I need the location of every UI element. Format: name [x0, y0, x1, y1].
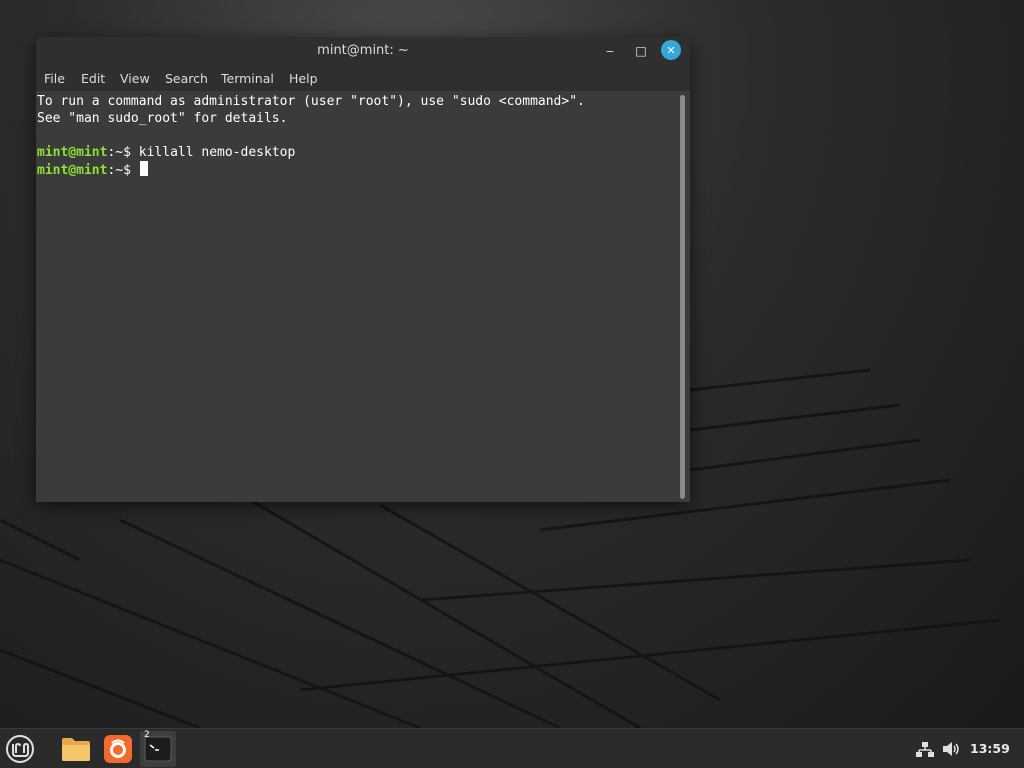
scrollbar-thumb[interactable]: [680, 95, 685, 499]
menu-bar: File Edit View Search Terminal Help: [36, 65, 690, 91]
maximize-button[interactable]: □: [631, 41, 651, 61]
terminal-command-line-2: mint@mint:~$: [37, 161, 678, 179]
window-title: mint@mint: ~: [317, 43, 409, 58]
taskbar: 2 13:59: [0, 728, 1024, 768]
menu-terminal[interactable]: Terminal: [221, 71, 274, 86]
files-launcher[interactable]: [60, 733, 92, 765]
close-button[interactable]: ✕: [661, 40, 681, 60]
terminal-command-line-1: mint@mint:~$ killall nemo-desktop: [37, 144, 678, 161]
terminal-line-2: See "man sudo_root" for details.: [37, 111, 288, 126]
menu-file[interactable]: File: [44, 71, 65, 86]
mint-menu-icon: [6, 735, 34, 763]
terminal-line-1: To run a command as administrator (user …: [37, 94, 585, 109]
menu-help[interactable]: Help: [289, 71, 318, 86]
prompt-user: mint@mint: [37, 145, 108, 160]
close-icon: ✕: [666, 43, 676, 57]
menu-search[interactable]: Search: [165, 71, 208, 86]
mint-menu-button[interactable]: [4, 733, 36, 765]
firefox-icon: [104, 735, 132, 763]
window-titlebar[interactable]: mint@mint: ~ ‒ □ ✕: [36, 37, 690, 65]
text-cursor: [139, 161, 148, 176]
menu-edit[interactable]: Edit: [81, 71, 105, 86]
network-icon[interactable]: [916, 741, 934, 761]
prompt-path: :~$: [107, 163, 139, 178]
minimize-icon: ‒: [606, 44, 614, 58]
workspace-badge: 2: [144, 730, 150, 740]
firefox-launcher[interactable]: [102, 733, 134, 765]
files-icon: [62, 738, 90, 761]
terminal-window[interactable]: mint@mint: ~ ‒ □ ✕ File Edit View Search…: [36, 37, 690, 502]
volume-icon[interactable]: [942, 741, 962, 761]
prompt-path: :~$: [107, 145, 139, 160]
clock[interactable]: 13:59: [970, 741, 1010, 756]
menu-view[interactable]: View: [120, 71, 150, 86]
minimize-button[interactable]: ‒: [600, 41, 620, 61]
command-text: killall nemo-desktop: [138, 145, 296, 160]
maximize-icon: □: [635, 44, 647, 58]
prompt-user: mint@mint: [37, 163, 108, 178]
scrollbar[interactable]: [678, 93, 686, 502]
terminal-output[interactable]: To run a command as administrator (user …: [36, 91, 678, 502]
